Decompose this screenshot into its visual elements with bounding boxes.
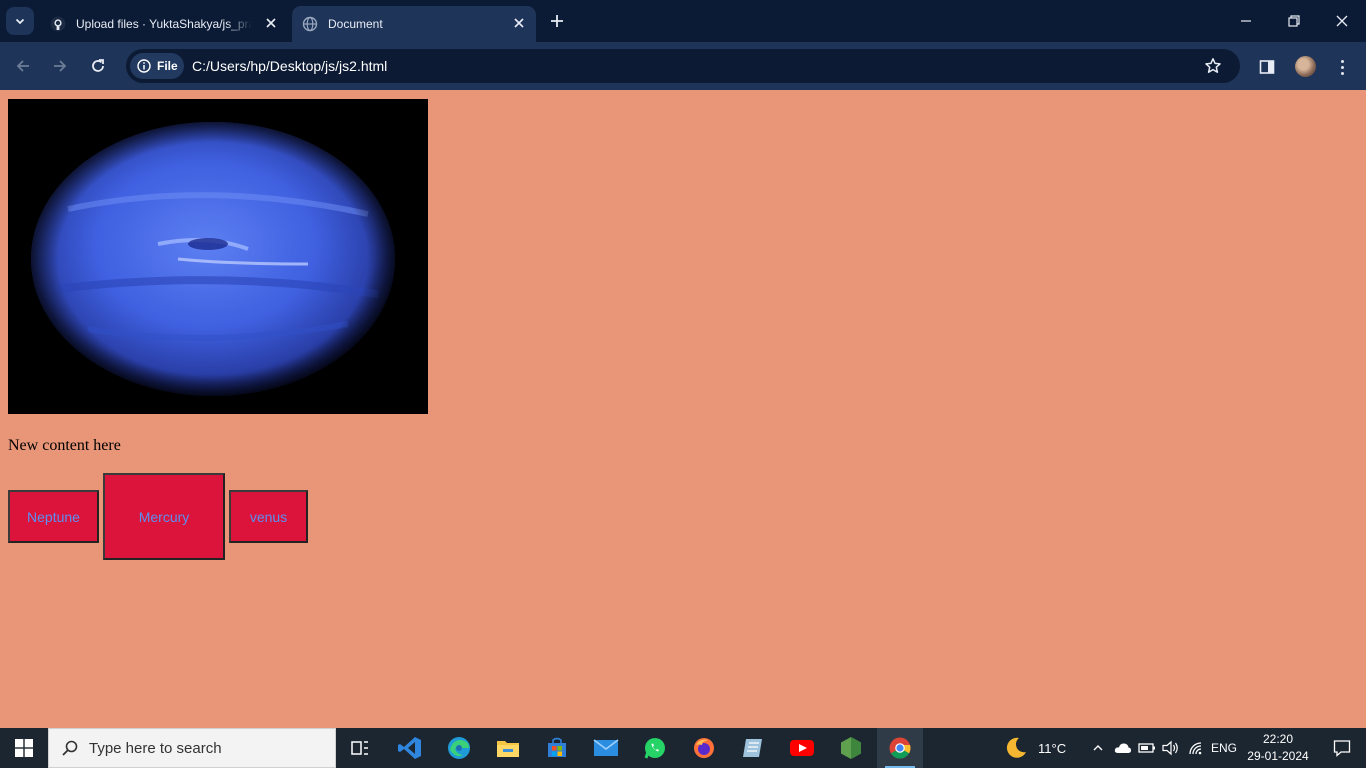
site-info-chip[interactable]: File (130, 53, 184, 79)
profile-avatar[interactable] (1295, 56, 1316, 77)
page-content: New content here Neptune Mercury venus (0, 90, 1366, 728)
chevron-up-icon (1093, 745, 1103, 751)
restore-icon (1288, 15, 1300, 27)
github-icon (50, 16, 66, 32)
side-panel-button[interactable] (1256, 56, 1278, 78)
language-indicator[interactable]: ENG (1208, 728, 1240, 768)
notepad-icon[interactable] (730, 728, 776, 768)
arrow-left-icon (16, 60, 29, 72)
browser-menu-button[interactable] (1336, 56, 1348, 78)
reload-icon (92, 59, 104, 72)
onedrive-icon[interactable] (1112, 728, 1134, 768)
globe-icon (302, 16, 318, 32)
tab-title: Upload files · YuktaShakya/js_practice (76, 17, 252, 31)
taskbar-search[interactable]: Type here to search (48, 728, 336, 768)
search-placeholder: Type here to search (89, 739, 222, 757)
weather-widget[interactable]: 11°C (1004, 728, 1066, 768)
task-view-icon[interactable] (337, 728, 383, 768)
whatsapp-icon[interactable] (632, 728, 678, 768)
notification-center-button[interactable] (1318, 728, 1366, 768)
microsoft-store-icon[interactable] (534, 728, 580, 768)
plus-icon (551, 15, 563, 27)
content-text: New content here (8, 437, 121, 454)
windows-logo-icon (15, 739, 33, 757)
search-icon (62, 740, 78, 756)
battery-icon[interactable] (1136, 728, 1158, 768)
clock-date: 29-01-2024 (1247, 749, 1309, 763)
back-button[interactable] (9, 52, 37, 80)
clock-time: 22:20 (1262, 732, 1294, 746)
neptune-button[interactable]: Neptune (8, 490, 99, 543)
moon-icon (1006, 737, 1026, 758)
volume-icon[interactable] (1160, 728, 1182, 768)
star-icon (1205, 58, 1221, 73)
close-icon (1336, 15, 1348, 27)
tab-document[interactable]: Document (292, 6, 536, 42)
weather-temp: 11°C (1038, 740, 1067, 756)
url-text[interactable]: C:/Users/hp/Desktop/js/js2.html (192, 58, 387, 74)
restore-button[interactable] (1270, 0, 1318, 42)
address-bar[interactable]: File C:/Users/hp/Desktop/js/js2.html (126, 49, 1240, 83)
close-window-button[interactable] (1318, 0, 1366, 42)
system-clock[interactable]: 22:20 29-01-2024 (1246, 731, 1310, 765)
tab-title: Document (328, 17, 383, 31)
show-hidden-icons[interactable] (1088, 728, 1108, 768)
close-tab-icon[interactable] (262, 14, 280, 32)
firefox-icon[interactable] (681, 728, 727, 768)
edge-icon[interactable] (436, 728, 482, 768)
reload-button[interactable] (84, 52, 112, 80)
tab-upload-files[interactable]: Upload files · YuktaShakya/js_practice (40, 6, 288, 42)
browser-title-bar: Upload files · YuktaShakya/js_practice D… (0, 0, 1366, 42)
venus-button[interactable]: venus (229, 490, 308, 543)
mail-icon[interactable] (583, 728, 629, 768)
notification-icon (1333, 740, 1351, 757)
wifi-icon[interactable] (1185, 728, 1207, 768)
chevron-down-icon (15, 18, 25, 25)
file-explorer-icon[interactable] (485, 728, 531, 768)
side-panel-icon (1259, 60, 1275, 74)
nodejs-icon[interactable] (828, 728, 874, 768)
site-chip-label: File (157, 59, 178, 73)
windows-taskbar: Type here to search 11°C ENG 22:20 29-01… (0, 728, 1366, 768)
browser-toolbar: File C:/Users/hp/Desktop/js/js2.html (0, 42, 1366, 90)
neptune-image (8, 99, 428, 414)
start-button[interactable] (0, 728, 48, 768)
tab-search-button[interactable] (6, 7, 34, 35)
close-tab-icon[interactable] (510, 14, 528, 32)
chrome-icon[interactable] (877, 728, 923, 768)
minimize-icon (1241, 20, 1251, 22)
youtube-icon[interactable] (779, 728, 825, 768)
new-tab-button[interactable] (545, 10, 569, 32)
minimize-button[interactable] (1222, 0, 1270, 42)
forward-button[interactable] (46, 52, 74, 80)
arrow-right-icon (54, 60, 67, 72)
mercury-button[interactable]: Mercury (103, 473, 225, 560)
vscode-icon[interactable] (387, 728, 433, 768)
info-icon (137, 59, 151, 73)
bookmark-star-button[interactable] (1202, 56, 1224, 76)
